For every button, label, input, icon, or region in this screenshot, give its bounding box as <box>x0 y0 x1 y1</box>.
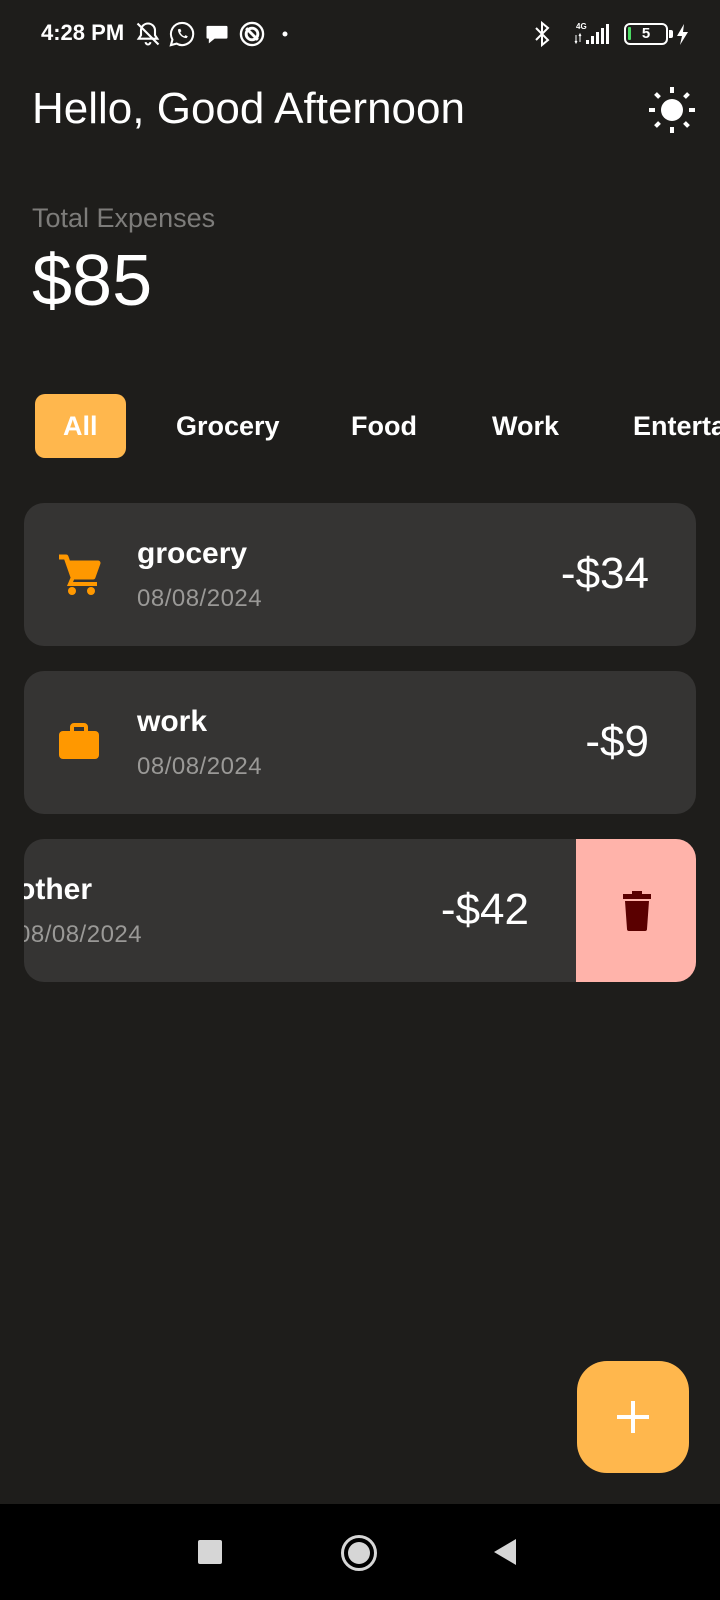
trash-icon <box>623 891 651 931</box>
total-expenses-value: $85 <box>32 241 153 321</box>
expense-amount: -$9 <box>585 717 649 766</box>
total-expenses-label: Total Expenses <box>32 203 216 233</box>
back-button[interactable] <box>494 1539 516 1565</box>
expense-title: grocery <box>137 537 248 570</box>
chat-bubble-icon <box>203 20 231 48</box>
status-time: 4:28 PM <box>41 20 125 45</box>
filter-chip-grocery[interactable]: Grocery <box>148 394 308 458</box>
sun-icon[interactable] <box>648 86 696 134</box>
filter-chip-food[interactable]: Food <box>323 394 445 458</box>
system-nav-bar <box>0 1504 720 1600</box>
add-expense-button[interactable] <box>577 1361 689 1473</box>
swipe-content[interactable]: other 08/08/2024 -$42 <box>24 839 576 982</box>
delete-button[interactable] <box>576 839 696 982</box>
plus-icon <box>617 1401 649 1433</box>
filter-chip-all[interactable]: All <box>35 394 126 458</box>
expense-date: 08/08/2024 <box>137 585 263 612</box>
signal-icon: 4G <box>572 20 616 48</box>
status-bar: 4:28 PM 4G 5 <box>0 0 720 70</box>
expense-item-work[interactable]: work 08/08/2024 -$9 <box>24 671 696 814</box>
app-icon <box>238 20 266 48</box>
filter-chip-work[interactable]: Work <box>464 394 587 458</box>
expense-title: other <box>24 873 92 906</box>
expense-item-grocery[interactable]: grocery 08/08/2024 -$34 <box>24 503 696 646</box>
cart-icon <box>57 553 101 597</box>
whatsapp-icon <box>168 20 196 48</box>
home-button[interactable] <box>341 1535 377 1571</box>
charging-icon <box>674 20 690 48</box>
bluetooth-icon <box>531 20 553 48</box>
battery-icon: 5 <box>624 23 673 45</box>
expense-title: work <box>137 705 208 738</box>
expense-amount: -$42 <box>440 885 529 934</box>
expense-item-other[interactable]: other 08/08/2024 -$42 <box>24 839 696 982</box>
briefcase-icon <box>57 721 101 765</box>
expense-screen: 4:28 PM 4G 5 Hello, Good Afternoon Total… <box>0 0 720 1600</box>
category-filter-bar[interactable]: All Grocery Food Work Entertainment <box>0 394 720 460</box>
battery-text: 5 <box>641 25 651 42</box>
recents-button[interactable] <box>198 1540 222 1564</box>
expense-date: 08/08/2024 <box>24 921 143 948</box>
expense-amount: -$34 <box>560 549 649 598</box>
svg-text:4G: 4G <box>576 22 587 31</box>
filter-chip-entertainment[interactable]: Entertainment <box>605 394 720 458</box>
greeting-title: Hello, Good Afternoon <box>32 84 465 133</box>
expense-date: 08/08/2024 <box>137 753 263 780</box>
dot-icon <box>280 20 290 48</box>
notifications-off-icon <box>134 20 162 48</box>
